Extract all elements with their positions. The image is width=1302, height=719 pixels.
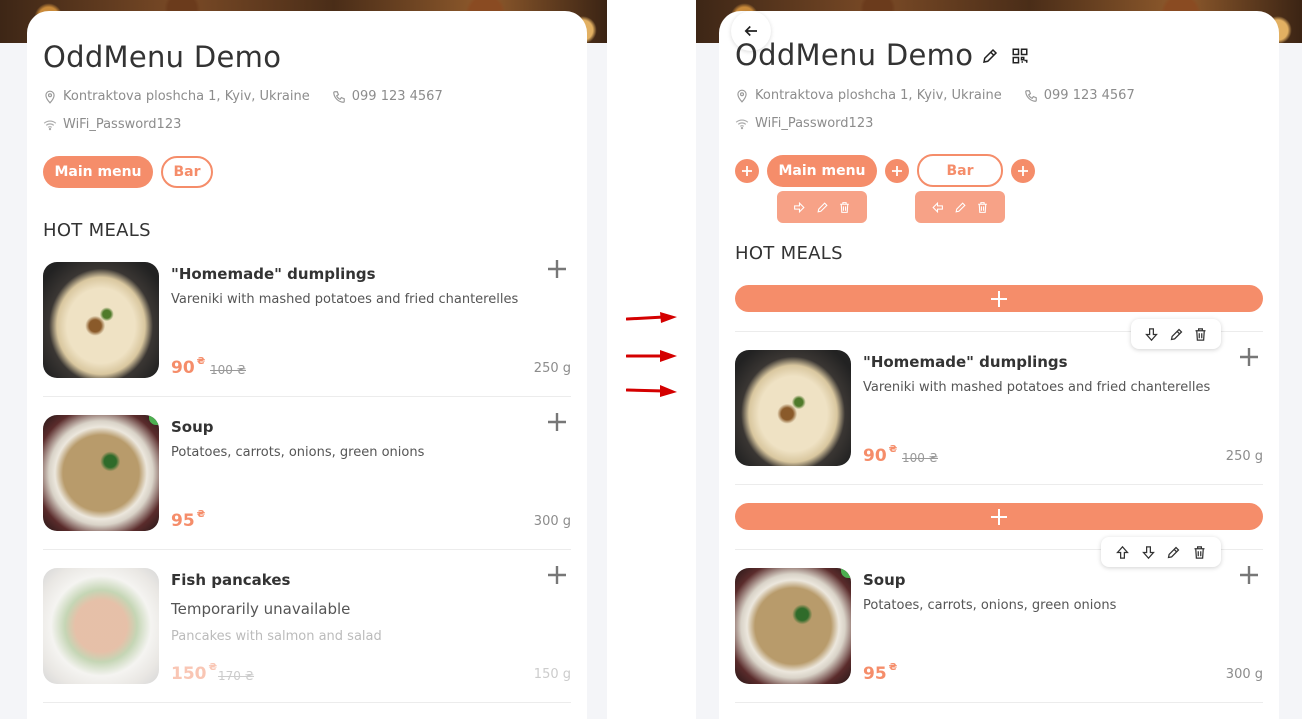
divider [43, 549, 571, 550]
left-menu-card: OddMenu Demo Kontraktova ploshcha 1, Kyi… [27, 11, 587, 719]
item-weight: 250 g [533, 361, 571, 376]
arrow-right-icon [626, 312, 677, 323]
divider [43, 396, 571, 397]
phone-icon [332, 90, 345, 103]
section-heading: HOT MEALS [43, 220, 151, 241]
arrow-right-icon[interactable] [793, 201, 806, 214]
add-menu-button[interactable] [735, 159, 759, 183]
plus-icon[interactable] [1238, 346, 1260, 368]
address-text: Kontraktova ploshcha 1, Kyiv, Ukraine [755, 88, 1002, 103]
address-row: Kontraktova ploshcha 1, Kyiv, Ukraine 09… [735, 88, 1135, 103]
address-text: Kontraktova ploshcha 1, Kyiv, Ukraine [63, 89, 310, 104]
item-description: Pancakes with salmon and salad [171, 629, 382, 644]
plus-icon [892, 166, 902, 176]
add-item-button[interactable] [735, 285, 1263, 312]
add-menu-button[interactable] [885, 159, 909, 183]
item-name[interactable]: "Homemade" dumplings [171, 265, 376, 283]
item-price: 90 ₴ [863, 444, 898, 466]
trash-icon[interactable] [1193, 327, 1208, 342]
item-weight: 300 g [1225, 667, 1263, 682]
tab-bar[interactable]: Bar [917, 154, 1003, 187]
item-old-price: 100 ₴ [902, 451, 939, 465]
wifi-row: WiFi_Password123 [735, 116, 873, 131]
restaurant-title: OddMenu Demo [43, 40, 282, 74]
trash-icon[interactable] [838, 201, 851, 214]
item-price: 95 ₴ [171, 509, 206, 531]
plus-icon [991, 290, 1007, 307]
item-description: Potatoes, carrots, onions, green onions [171, 445, 425, 460]
divider [43, 702, 571, 703]
bar-menu-tools [915, 191, 1005, 223]
plus-icon[interactable] [546, 258, 568, 280]
location-pin-icon [737, 89, 747, 103]
item-name[interactable]: Soup [863, 571, 906, 589]
address-row: Kontraktova ploshcha 1, Kyiv, Ukraine 09… [43, 89, 443, 104]
section-heading: HOT MEALS [735, 243, 843, 264]
comparison-stage: OddMenu Demo Kontraktova ploshcha 1, Kyi… [0, 0, 1302, 719]
item-price: 150 ₴ [171, 662, 218, 684]
arrow-up-icon[interactable] [1115, 545, 1130, 560]
item-weight: 150 g [533, 667, 571, 682]
right-menu-card-editor: OddMenu Demo Kontraktova ploshcha 1, Kyi… [719, 11, 1279, 719]
phone-icon [1024, 89, 1037, 102]
pencil-icon[interactable] [1166, 545, 1181, 560]
qr-code-icon[interactable] [1011, 47, 1029, 65]
item-description: Vareniki with mashed potatoes and fried … [863, 380, 1211, 395]
divider [735, 484, 1263, 485]
item-name[interactable]: "Homemade" dumplings [863, 353, 1068, 371]
restaurant-title: OddMenu Demo [735, 38, 974, 72]
item-price: 95 ₴ [863, 662, 898, 684]
add-menu-button[interactable] [1011, 159, 1035, 183]
add-item-button[interactable] [735, 503, 1263, 530]
plus-icon [742, 166, 752, 176]
arrow-right-icon [626, 350, 677, 362]
item-photo-soup[interactable] [43, 415, 159, 531]
arrow-right-icon [626, 385, 677, 397]
item-tools [1101, 537, 1221, 567]
item-description: Vareniki with mashed potatoes and fried … [171, 292, 519, 307]
wifi-row: WiFi_Password123 [43, 117, 181, 132]
item-status: Temporarily unavailable [171, 600, 351, 618]
tab-main-menu[interactable]: Main menu [767, 155, 877, 187]
wifi-icon [43, 119, 57, 130]
wifi-icon [735, 118, 749, 129]
pencil-icon[interactable] [816, 201, 829, 214]
wifi-password: WiFi_Password123 [63, 117, 182, 132]
item-photo-dumplings[interactable] [43, 262, 159, 378]
tab-main-menu[interactable]: Main menu [43, 156, 153, 188]
item-photo-soup[interactable] [735, 568, 851, 684]
plus-icon[interactable] [546, 564, 568, 586]
tab-bar[interactable]: Bar [161, 156, 213, 188]
wifi-password: WiFi_Password123 [755, 116, 874, 131]
pencil-icon[interactable] [954, 201, 967, 214]
plus-icon[interactable] [1238, 564, 1260, 586]
phone-text[interactable]: 099 123 4567 [352, 89, 443, 104]
plus-icon[interactable] [546, 411, 568, 433]
item-photo-fish-pancakes[interactable] [43, 568, 159, 684]
item-old-price: 100 ₴ [210, 363, 247, 377]
divider [735, 702, 1263, 703]
location-pin-icon [45, 90, 55, 104]
trash-icon[interactable] [976, 201, 989, 214]
arrow-down-icon[interactable] [1141, 545, 1156, 560]
phone-text[interactable]: 099 123 4567 [1044, 88, 1135, 103]
pencil-icon[interactable] [1169, 327, 1184, 342]
item-weight: 300 g [533, 514, 571, 529]
pencil-icon[interactable] [981, 47, 999, 65]
item-price: 90 ₴ [171, 356, 206, 378]
arrow-down-icon[interactable] [1144, 327, 1159, 342]
plus-icon [1018, 166, 1028, 176]
arrow-left-icon[interactable] [931, 201, 944, 214]
item-name[interactable]: Soup [171, 418, 214, 436]
item-weight: 250 g [1225, 449, 1263, 464]
plus-icon [991, 508, 1007, 525]
trash-icon[interactable] [1192, 545, 1207, 560]
item-photo-dumplings[interactable] [735, 350, 851, 466]
item-name[interactable]: Fish pancakes [171, 571, 290, 589]
item-old-price: 170 ₴ [218, 669, 255, 683]
item-description: Potatoes, carrots, onions, green onions [863, 598, 1117, 613]
item-tools [1131, 319, 1221, 349]
main-menu-tools [777, 191, 867, 223]
